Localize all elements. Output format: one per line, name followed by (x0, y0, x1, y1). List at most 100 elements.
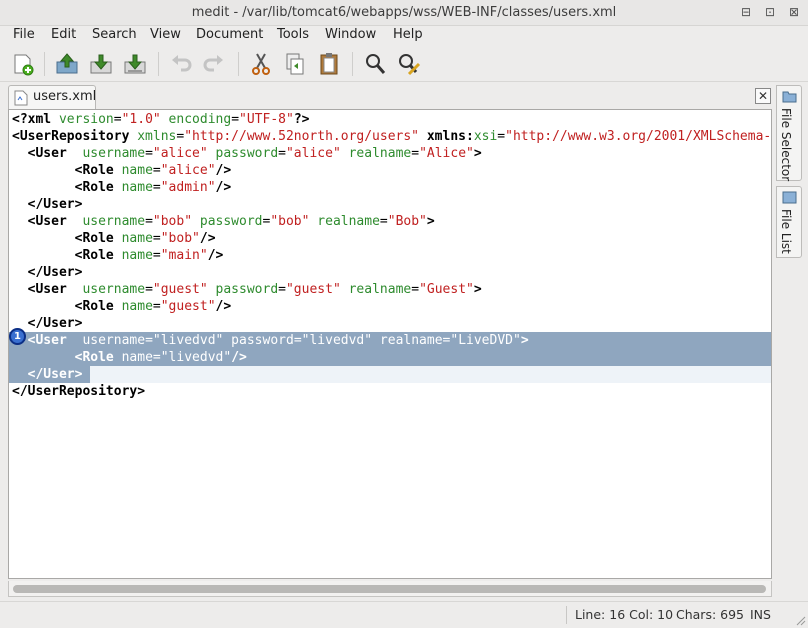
close-tab-icon[interactable]: ✕ (755, 88, 771, 104)
whitespace-token: = (145, 214, 153, 229)
xml-val-token: "guest" (285, 282, 341, 297)
xml-tag-token: <Role (74, 163, 122, 178)
menu-window[interactable]: Window (325, 27, 376, 42)
cut-icon (252, 53, 270, 75)
xml-val-token: "livedvd" (160, 350, 232, 365)
xml-val-token: "LiveDVD" (450, 333, 521, 348)
save-button[interactable] (86, 50, 116, 78)
xml-val-token: "alice" (285, 146, 341, 161)
whitespace-token: = (152, 248, 161, 263)
xml-val-token: "alice" (152, 146, 208, 161)
xml-attr-token: realname (372, 333, 443, 348)
undo-button[interactable] (166, 50, 196, 78)
xml-tag-token: > (473, 146, 482, 161)
resize-grip-icon[interactable] (794, 614, 806, 626)
copy-button[interactable] (280, 50, 310, 78)
xml-tag-token: </User> (27, 316, 83, 331)
menu-view[interactable]: View (150, 27, 181, 42)
xml-val-token: "bob" (270, 214, 310, 229)
menu-document[interactable]: Document (196, 27, 263, 42)
xml-attr-token: password (223, 333, 294, 348)
save-icon (90, 54, 112, 74)
whitespace-token: = (113, 112, 122, 127)
code-line: <?xml version="1.0" encoding="UTF-8"?> (12, 111, 309, 128)
bookmark-marker[interactable]: 1 (9, 328, 26, 345)
xml-attr-token: name (121, 163, 153, 178)
xml-val-token: "guest" (152, 282, 208, 297)
tab-file-selector[interactable]: File Selector (776, 85, 802, 181)
menu-help[interactable]: Help (393, 27, 423, 42)
menu-file[interactable]: File (13, 27, 35, 42)
text-editor[interactable]: <?xml version="1.0" encoding="UTF-8"?> <U… (8, 109, 772, 579)
open-button[interactable] (52, 50, 82, 78)
code-line: <UserRepository xmlns = "http://www.52nort… (12, 128, 771, 145)
scrollbar-thumb[interactable] (13, 585, 766, 593)
xml-tag-token: xmlns: (419, 129, 474, 144)
whitespace-token: = (293, 333, 302, 348)
xml-val-token: "alice" (160, 163, 216, 178)
xml-val-token: "1.0" (121, 112, 161, 127)
whitespace-token: = (152, 180, 161, 195)
new-document-icon (14, 54, 34, 76)
tab-file-list[interactable]: File List (776, 186, 802, 258)
find-replace-button[interactable] (394, 50, 424, 78)
xml-tag-token: <Role (74, 248, 122, 263)
xml-val-token: "livedvd" (301, 333, 373, 348)
menu-tools[interactable]: Tools (277, 27, 309, 42)
toolbar-separator (238, 52, 239, 76)
whitespace-token: = (145, 146, 153, 161)
whitespace-token: = (145, 282, 153, 297)
whitespace-token: = (145, 333, 153, 348)
xml-tag-token: <Role (74, 350, 122, 365)
menu-edit[interactable]: Edit (51, 27, 76, 42)
whitespace-token: = (411, 282, 420, 297)
redo-button[interactable] (199, 50, 229, 78)
menu-search[interactable]: Search (92, 27, 137, 42)
xml-val-token: "admin" (160, 180, 216, 195)
file-list-label: File List (779, 209, 793, 254)
xml-val-token: "main" (160, 248, 208, 263)
whitespace-token: = (152, 231, 161, 246)
tab-users-xml[interactable]: users.xml (8, 85, 96, 109)
redo-icon (203, 55, 223, 72)
xml-attr-token: name (121, 231, 153, 246)
open-file-icon (56, 53, 78, 74)
close-window-icon[interactable]: ⊠ (786, 4, 802, 20)
xml-attr-token: realname (340, 282, 412, 297)
xml-tag-token: <User (27, 214, 83, 229)
find-button[interactable] (360, 50, 390, 78)
xml-attr-token: password (207, 282, 279, 297)
code-line: </User> (12, 366, 83, 383)
xml-val-token: "bob" (152, 214, 193, 229)
code-line: <User username="livedvd" password="lived… (12, 332, 529, 349)
title-bar: medit - /var/lib/tomcat6/webapps/wss/WEB… (0, 0, 808, 26)
xml-tag-token: <Role (74, 231, 122, 246)
cut-button[interactable] (246, 50, 276, 78)
xml-attr-token: xsi (473, 129, 498, 144)
xml-tag-token: /> (215, 163, 232, 178)
code-line: <Role name="main"/> (12, 247, 224, 264)
code-line: <Role name="bob"/> (12, 230, 216, 247)
xml-tag-token: </User> (27, 367, 83, 382)
toolbar-separator (158, 52, 159, 76)
maximize-icon[interactable]: ⊡ (762, 4, 778, 20)
code-line: <Role name="alice"/> (12, 162, 232, 179)
xml-tag-token: <?xml (12, 112, 59, 127)
code-line: <User username="alice" password="alice" … (12, 145, 482, 162)
horizontal-scrollbar[interactable] (8, 581, 772, 597)
new-document-button[interactable] (8, 50, 38, 78)
xml-attr-token: realname (340, 146, 412, 161)
save-as-button[interactable] (120, 50, 150, 78)
minimize-icon[interactable]: ⊟ (738, 4, 754, 20)
code-line: <Role name="livedvd"/> (12, 349, 247, 366)
xml-tag-token: </User> (27, 265, 83, 280)
insert-mode: INS (750, 607, 771, 622)
paste-button[interactable] (314, 50, 344, 78)
xml-attr-token: version (58, 112, 114, 127)
xml-attr-token: realname (309, 214, 380, 229)
